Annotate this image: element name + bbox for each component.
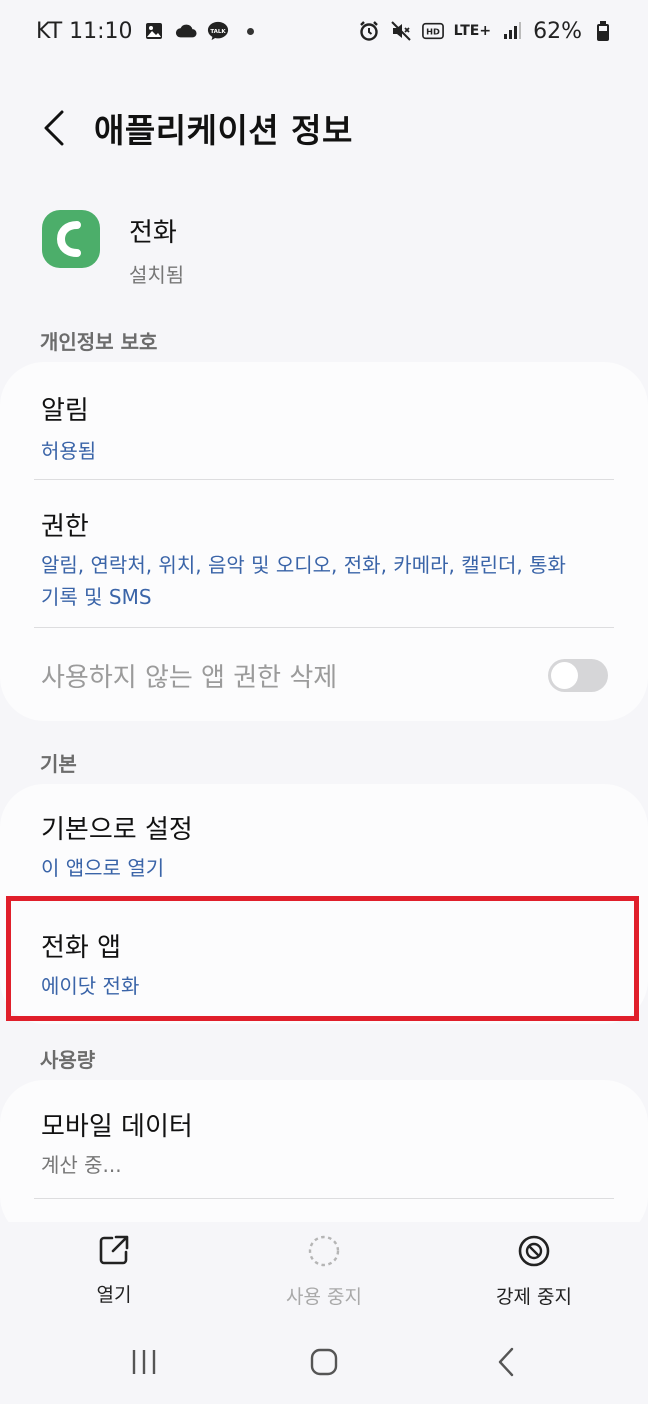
section-label-privacy: 개인정보 보호 [40,330,158,354]
toggle-knob [551,661,578,689]
notifications-item[interactable]: 알림 허용됨 [0,390,648,467]
cloud-icon [175,20,197,42]
header: 애플리케이션 정보 [0,96,648,160]
phone-app-icon [42,210,100,268]
home-button[interactable] [294,1340,354,1384]
section-label-defaults: 기본 [40,752,77,776]
app-name: 전화 [129,218,177,248]
alarm-icon [358,20,380,42]
disable-label: 사용 중지 [286,1286,362,1308]
battery-icon [592,20,614,42]
talk-icon: TALK [207,20,229,42]
back-icon [498,1347,514,1377]
remove-unused-permissions-toggle[interactable] [548,658,608,692]
set-as-default-title: 기본으로 설정 [41,815,193,845]
phone-app-item[interactable]: 전화 앱 에이닷 전화 [0,927,648,1002]
divider [34,479,614,480]
open-label: 열기 [96,1284,132,1306]
force-stop-button[interactable]: 강제 중지 [444,1234,624,1309]
recent-apps-icon [132,1350,156,1374]
lte-indicator: LTE+ [453,23,492,39]
bottom-action-bar: 열기 사용 중지 강제 중지 [0,1222,648,1322]
carrier-time: KT 11:10 [36,18,133,44]
permissions-value-line1: 알림, 연락처, 위치, 음악 및 오디오, 전화, 카메라, 캘린더, 통화 [41,553,566,577]
usage-card: 모바일 데이터 계산 중... [0,1080,648,1240]
home-icon [310,1348,338,1376]
permissions-item[interactable]: 권한 알림, 연락처, 위치, 음악 및 오디오, 전화, 카메라, 캘린더, … [0,506,648,613]
permissions-title: 권한 [41,512,89,542]
status-bar-left: KT 11:10 TALK [36,19,254,44]
permissions-value-line2: 기록 및 SMS [41,585,152,609]
disable-icon [308,1235,340,1267]
back-button[interactable] [22,96,86,160]
set-as-default-item[interactable]: 기본으로 설정 이 앱으로 열기 [0,809,648,884]
notifications-title: 알림 [41,396,89,426]
defaults-card: 기본으로 설정 이 앱으로 열기 전화 앱 에이닷 전화 [0,784,648,1024]
status-bar-right: HD LTE+ 62% [358,19,614,44]
gallery-icon [143,20,165,42]
app-info: 전화 설치됨 [42,210,184,288]
svg-text:TALK: TALK [210,29,226,35]
navigation-bar [0,1320,648,1404]
open-button[interactable]: 열기 [24,1234,204,1307]
chevron-left-icon [44,110,64,146]
battery-percent: 62% [533,18,582,44]
recent-apps-button[interactable] [114,1340,174,1384]
remove-unused-permissions-label: 사용하지 않는 앱 권한 삭제 [41,662,338,693]
force-stop-label: 강제 중지 [496,1286,572,1308]
remove-unused-permissions-item[interactable]: 사용하지 않는 앱 권한 삭제 [0,635,648,715]
open-external-icon [99,1235,129,1265]
mute-icon [390,20,412,42]
privacy-card: 알림 허용됨 권한 알림, 연락처, 위치, 음악 및 오디오, 전화, 카메라… [0,362,648,721]
svg-text:HD: HD [426,27,440,37]
notification-dot-icon [246,27,254,35]
phone-app-title: 전화 앱 [41,933,122,963]
divider [34,1198,614,1199]
hd-icon: HD [421,20,444,42]
section-label-usage: 사용량 [40,1048,96,1072]
force-stop-icon [518,1235,550,1267]
divider [34,627,614,628]
signal-icon [501,20,523,42]
set-as-default-value: 이 앱으로 열기 [41,856,165,880]
nav-back-button[interactable] [476,1340,536,1384]
notifications-value: 허용됨 [41,439,97,463]
mobile-data-value: 계산 중... [41,1153,122,1177]
page-title: 애플리케이션 정보 [94,111,353,150]
mobile-data-title: 모바일 데이터 [41,1112,193,1142]
mobile-data-item[interactable]: 모바일 데이터 계산 중... [0,1106,648,1181]
phone-app-value: 에이닷 전화 [41,974,140,998]
app-install-status: 설치됨 [129,263,185,287]
disable-button[interactable]: 사용 중지 [234,1234,414,1309]
status-bar: KT 11:10 TALK HD LTE+ 62% [0,0,648,62]
